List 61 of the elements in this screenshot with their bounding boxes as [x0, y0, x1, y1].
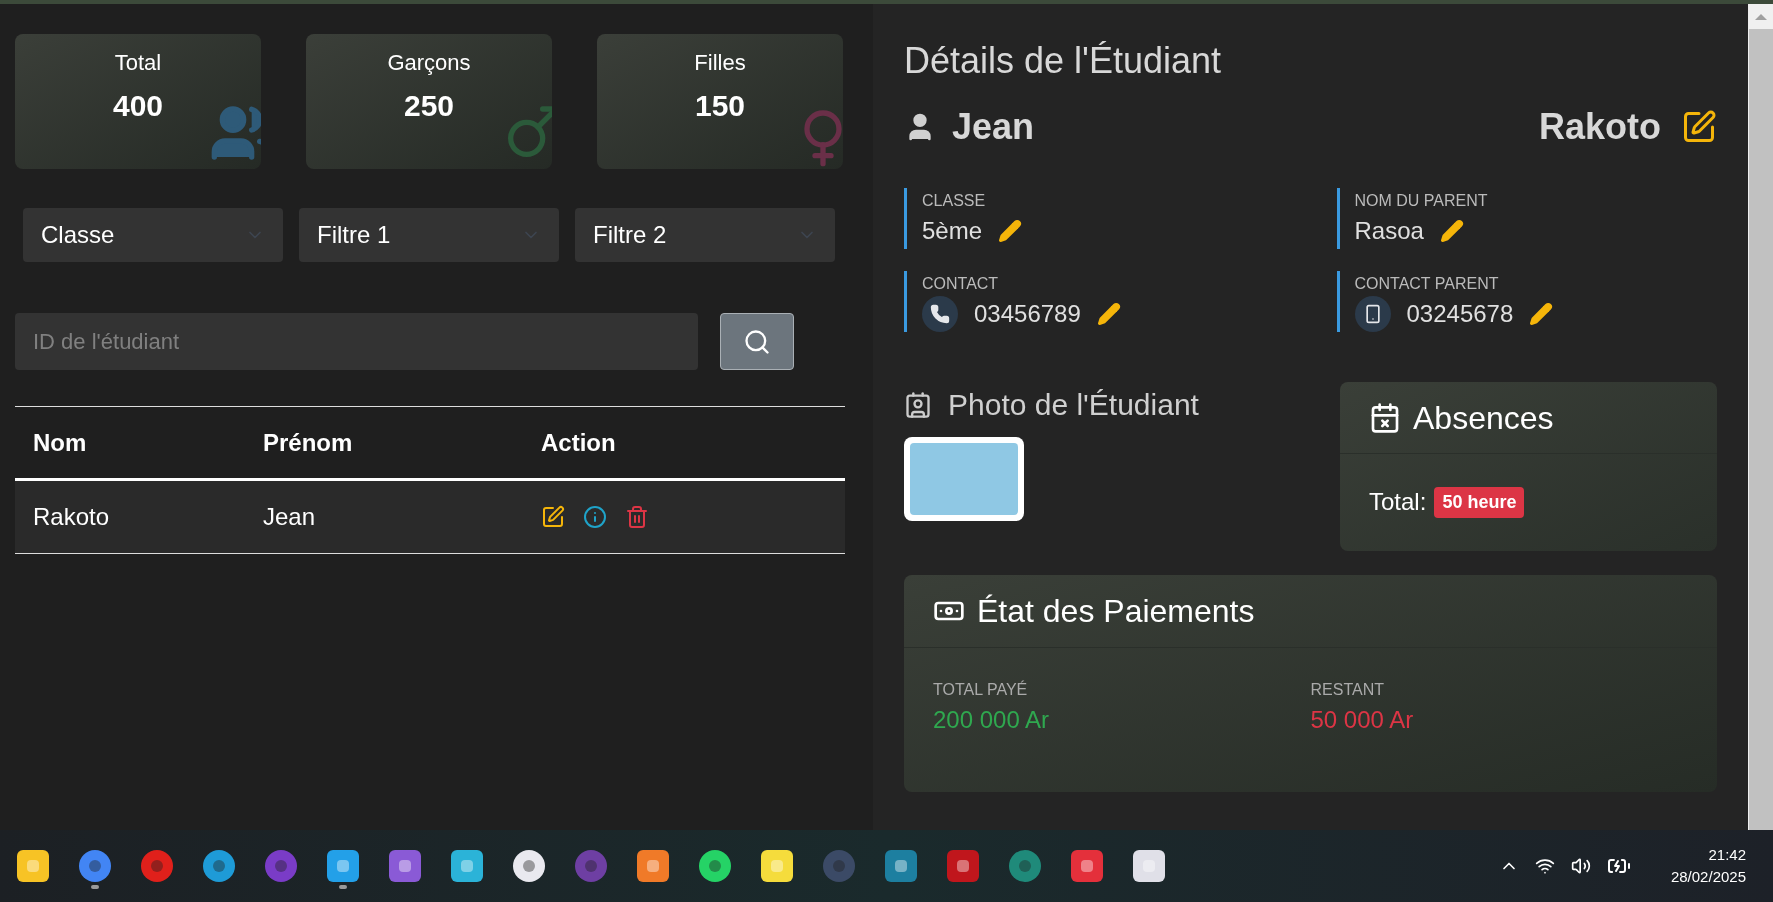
field-label: NOM DU PARENT: [1354, 190, 1489, 211]
field-value: 5ème: [922, 215, 983, 246]
clock-time[interactable]: 21:42: [1708, 843, 1746, 866]
details-title: Détails de l'Étudiant: [904, 39, 1223, 83]
column-header: Prénom: [263, 427, 354, 458]
absences-title: Absences: [1413, 398, 1554, 438]
app-icon: [947, 849, 979, 882]
pencil-icon[interactable]: [1096, 301, 1121, 326]
stat-value: 400: [112, 88, 164, 124]
field-label: CONTACT: [922, 273, 1000, 294]
column-header: Nom: [32, 427, 88, 458]
field-label: CONTACT PARENT: [1354, 273, 1500, 294]
payment-label: TOTAL PAYÉ: [933, 679, 1029, 700]
edit-icon[interactable]: [1681, 109, 1717, 145]
search-field[interactable]: ID de l'étudiant: [15, 313, 698, 370]
ring-icon: [79, 849, 111, 882]
ring-icon: [141, 849, 173, 882]
clock-date[interactable]: 28/02/2025: [1670, 866, 1746, 889]
photo-title: Photo de l'Étudiant: [948, 387, 1199, 423]
first-name: Jean: [952, 105, 1035, 149]
table-cell-text: Jean: [263, 502, 317, 532]
column-header: Action: [541, 427, 616, 458]
square-icon: [451, 849, 483, 882]
field-label: CLASSE: [922, 190, 987, 211]
filter-dropdown[interactable]: Classe: [23, 208, 283, 262]
pencil-icon[interactable]: [998, 218, 1023, 243]
field-value: 03245678: [1406, 298, 1514, 329]
info-icon[interactable]: [583, 505, 607, 529]
payment-amount: 200 000 Ar: [933, 705, 1051, 735]
search-icon: [743, 327, 771, 356]
payments-title: État des Paiements: [977, 592, 1255, 631]
app-icon: [885, 849, 917, 882]
calendar-x-icon: [1369, 401, 1401, 434]
id-badge-icon: [904, 390, 932, 419]
stat-label: Filles: [694, 49, 746, 77]
app-icon: [761, 849, 793, 882]
mobile-phone-icon: [1354, 295, 1391, 332]
speaker-icon[interactable]: [1570, 856, 1591, 876]
stat-value: 250: [403, 88, 455, 124]
trash-icon[interactable]: [625, 505, 649, 529]
pencil-icon[interactable]: [1439, 218, 1464, 243]
payment-amount: 50 000 Ar: [1310, 705, 1415, 735]
field-value: Rasoa: [1354, 215, 1424, 246]
app-icon: [637, 849, 669, 882]
table-cell-text: Rakoto: [32, 502, 111, 532]
pencil-icon[interactable]: [1529, 301, 1554, 326]
field-value: 03456789: [974, 298, 1081, 329]
stat-label: Total: [114, 49, 162, 77]
absences-label: Total:: [1369, 487, 1427, 517]
stat-value: 150: [694, 88, 746, 124]
filter-dropdown[interactable]: Filtre 1: [299, 208, 559, 262]
filter-dropdown[interactable]: Filtre 2: [575, 208, 835, 262]
scrollbar[interactable]: [1748, 4, 1773, 830]
edit-icon[interactable]: [541, 505, 565, 529]
last-name: Rakoto: [1539, 105, 1661, 149]
payment-label: RESTANT: [1310, 680, 1385, 700]
phone-icon: [922, 295, 958, 332]
hours-badge: 50 heure: [1434, 486, 1525, 518]
stat-label: Garçons: [387, 49, 471, 77]
search-button[interactable]: [720, 313, 794, 370]
wifi-icon[interactable]: [1534, 856, 1555, 876]
